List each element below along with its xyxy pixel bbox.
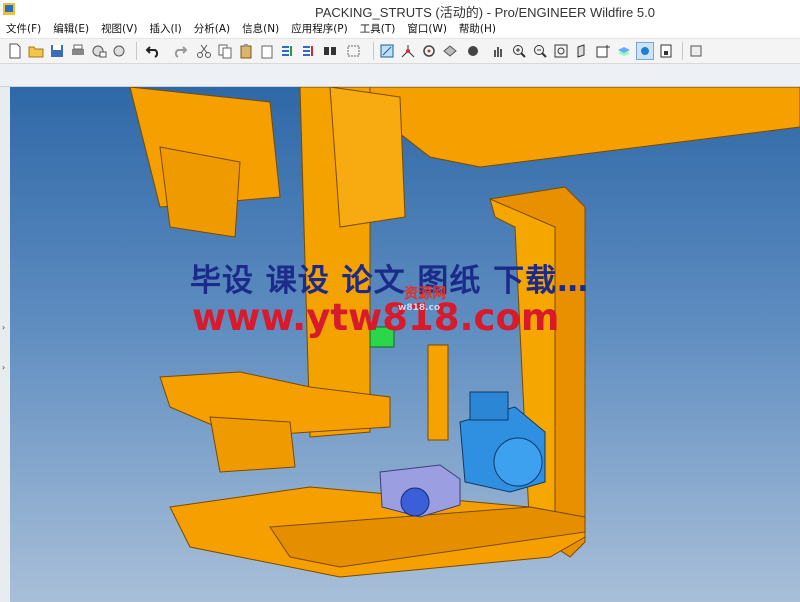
layers-icon[interactable] xyxy=(615,42,633,60)
frame-plate-front xyxy=(489,198,556,548)
expand-arrow-icon[interactable]: › xyxy=(2,363,5,372)
menu-analysis[interactable]: 分析(A) xyxy=(188,20,236,38)
print-icon[interactable] xyxy=(69,42,87,60)
watermark-text: 毕设 课设 论文 图纸 下载… xyxy=(190,263,590,299)
watermark-url: www.ytw818.com xyxy=(192,296,560,339)
spin-center-icon[interactable] xyxy=(657,42,675,60)
expand-arrow-icon[interactable]: › xyxy=(2,323,5,332)
regenerate-manager-icon[interactable] xyxy=(300,42,318,60)
paste-icon[interactable] xyxy=(237,42,255,60)
gearbox-flange xyxy=(400,487,430,517)
open-icon[interactable] xyxy=(27,42,45,60)
menu-edit[interactable]: 编辑(E) xyxy=(47,20,95,38)
datum-axis-icon[interactable] xyxy=(399,42,417,60)
new-icon[interactable] xyxy=(6,42,24,60)
refit-icon[interactable] xyxy=(552,42,570,60)
left-arm xyxy=(159,146,241,238)
menu-view[interactable]: 视图(V) xyxy=(95,20,143,38)
spring xyxy=(427,344,449,441)
redo-icon[interactable] xyxy=(168,42,192,60)
gripper-jaw xyxy=(209,416,296,473)
toolbar-separator xyxy=(136,42,137,60)
display-sphere-icon[interactable] xyxy=(462,42,486,60)
motor-terminal xyxy=(469,391,509,421)
title-bar: PACKING_STRUTS (活动的) - Pro/ENGINEER Wild… xyxy=(0,0,800,20)
cut-icon[interactable] xyxy=(195,42,213,60)
watermark-logo-sub: w818.co xyxy=(398,303,441,313)
more-tools-icon[interactable] xyxy=(687,42,705,60)
main-toolbar xyxy=(0,38,800,64)
shading-icon[interactable] xyxy=(441,42,459,60)
send-icon-2[interactable] xyxy=(111,42,129,60)
menu-bar: 文件(F) 编辑(E) 视图(V) 插入(I) 分析(A) 信息(N) 应用程序… xyxy=(0,20,800,38)
select-box-icon[interactable] xyxy=(342,42,366,60)
pan-icon[interactable] xyxy=(489,42,507,60)
menu-info[interactable]: 信息(N) xyxy=(236,20,285,38)
copy-icon[interactable] xyxy=(216,42,234,60)
window-title: PACKING_STRUTS (活动的) - Pro/ENGINEER Wild… xyxy=(315,5,655,20)
top-beam xyxy=(339,87,800,168)
watermark-logo: 资源网 xyxy=(404,286,446,302)
menu-window[interactable]: 窗口(W) xyxy=(401,20,453,38)
zoom-in-icon[interactable] xyxy=(510,42,528,60)
cad-model xyxy=(129,87,800,578)
save-icon[interactable] xyxy=(48,42,66,60)
sketch-icon[interactable] xyxy=(378,42,396,60)
motor-end xyxy=(493,437,543,487)
undo-icon[interactable] xyxy=(141,42,165,60)
menu-tools[interactable]: 工具(T) xyxy=(354,20,402,38)
repaint-icon[interactable] xyxy=(420,42,438,60)
secondary-toolbar xyxy=(0,64,800,87)
regenerate-icon[interactable] xyxy=(279,42,297,60)
menu-applications[interactable]: 应用程序(P) xyxy=(285,20,354,38)
menu-file[interactable]: 文件(F) xyxy=(0,20,47,38)
menu-help[interactable]: 帮助(H) xyxy=(453,20,502,38)
toolbar-separator xyxy=(373,42,374,60)
zoom-out-icon[interactable] xyxy=(531,42,549,60)
column-box xyxy=(329,87,406,228)
paste-special-icon[interactable] xyxy=(258,42,276,60)
toolbar-separator xyxy=(682,42,683,60)
saved-views-icon[interactable] xyxy=(594,42,612,60)
menu-insert[interactable]: 插入(I) xyxy=(143,20,187,38)
find-icon[interactable] xyxy=(321,42,339,60)
display-style-icon[interactable] xyxy=(636,42,654,60)
graphics-window[interactable]: 毕设 课设 论文 图纸 下载… www.ytw818.com 资源网 w818.… xyxy=(10,87,800,602)
orient-icon[interactable] xyxy=(573,42,591,60)
send-mail-icon[interactable] xyxy=(90,42,108,60)
